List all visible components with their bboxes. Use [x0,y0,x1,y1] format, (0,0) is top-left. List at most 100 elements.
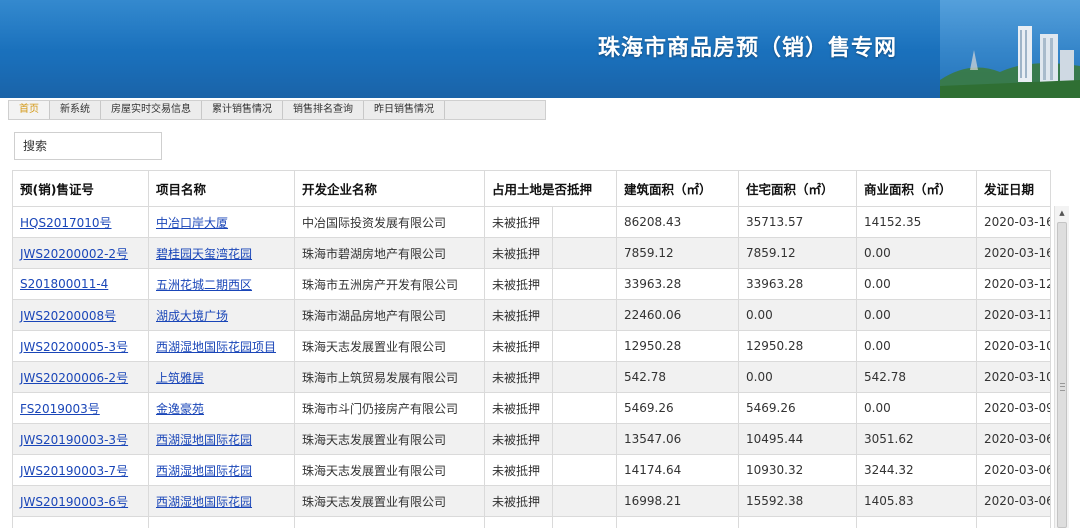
mortgage-status-cell: 未被抵押 [484,206,617,238]
building-area-cell: 86208.43 [616,206,739,238]
residential-area-cell: 35713.57 [738,206,857,238]
mortgage-status-cell: 未被抵押 [484,330,617,362]
developer-name-cell: 珠海天志发展置业有限公司 [294,423,485,455]
nav-item-yesterday-sales[interactable]: 昨日销售情况 [364,101,445,119]
permit-number-cell [12,516,149,528]
banner-shine [0,0,1080,50]
scroll-up-arrow-icon[interactable]: ▲ [1055,206,1069,220]
commercial-area-cell: 3244.32 [856,454,977,486]
cell-divider [552,517,553,528]
nav-item-home[interactable]: 首页 [9,101,50,119]
project-name-cell: 西湖湿地国际花园 [148,454,295,486]
mortgage-status-cell [484,516,617,528]
cell-divider [552,362,553,392]
issue-date-cell [976,516,1051,528]
commercial-area-cell: 542.78 [856,361,977,393]
mortgage-status-cell: 未被抵押 [484,237,617,269]
commercial-area-cell: 0.00 [856,392,977,424]
developer-name-cell: 珠海市五洲房产开发有限公司 [294,268,485,300]
permit-table: 预(销)售证号 项目名称 开发企业名称 占用土地是否抵押 建筑面积（㎡） 住宅面… [12,170,1051,528]
commercial-area-cell: 0.00 [856,330,977,362]
nav-item-cumulative-sales[interactable]: 累计销售情况 [202,101,283,119]
commercial-area-cell: 0.00 [856,268,977,300]
mortgage-cell-wrap: 未被抵押 [492,331,609,361]
project-name-link[interactable]: 五洲花城二期西区 [156,278,252,292]
table-row [12,516,1051,528]
table-header-row: 预(销)售证号 项目名称 开发企业名称 占用土地是否抵押 建筑面积（㎡） 住宅面… [12,170,1051,207]
issue-date-cell: 2020-03-09 [976,392,1051,424]
commercial-area-cell: 1405.83 [856,485,977,517]
table-row: JWS20190003-7号 西湖湿地国际花园 珠海天志发展置业有限公司 未被抵押 14… [12,454,1051,486]
permit-number-link[interactable]: JWS20200005-3号 [20,340,128,354]
skyline-illustration [940,0,1080,98]
mortgage-cell-wrap: 未被抵押 [492,269,609,299]
project-name-cell: 金逸豪苑 [148,392,295,424]
project-name-link[interactable]: 西湖湿地国际花园项目 [156,340,276,354]
permit-number-link[interactable]: FS2019003号 [20,402,100,416]
mortgage-cell-wrap: 未被抵押 [492,486,609,516]
project-name-link[interactable]: 西湖湿地国际花园 [156,495,252,509]
column-header: 发证日期 [976,170,1051,207]
nav-item-sales-ranking[interactable]: 销售排名查询 [283,101,364,119]
mortgage-status-cell: 未被抵押 [484,392,617,424]
permit-number-link[interactable]: JWS20200008号 [20,309,116,323]
column-header: 商业面积（㎡） [856,170,977,207]
table-row: S201800011-4 五洲花城二期西区 珠海市五洲房产开发有限公司 未被抵押 339… [12,268,1051,300]
vertical-scrollbar[interactable]: ▲ [1054,206,1069,528]
permit-number-cell: JWS20190003-3号 [12,423,149,455]
site-banner: 珠海市商品房预（销）售专网 [0,0,1080,98]
issue-date-cell: 2020-03-11 [976,299,1051,331]
search-input[interactable] [14,132,162,160]
cell-divider [552,393,553,423]
mortgage-status-text: 未被抵押 [492,339,541,354]
residential-area-cell: 10495.44 [738,423,857,455]
project-name-link[interactable]: 中冶口岸大厦 [156,216,228,230]
permit-number-link[interactable]: HQS2017010号 [20,216,112,230]
residential-area-cell: 10930.32 [738,454,857,486]
nav-item-realtime-trading[interactable]: 房屋实时交易信息 [101,101,202,119]
project-name-link[interactable]: 碧桂园天玺湾花园 [156,247,252,261]
permit-number-link[interactable]: S201800011-4 [20,277,108,291]
permit-number-link[interactable]: JWS20200002-2号 [20,247,128,261]
permit-table-container: 预(销)售证号 项目名称 开发企业名称 占用土地是否抵押 建筑面积（㎡） 住宅面… [12,170,1080,528]
permit-number-cell: JWS20200002-2号 [12,237,149,269]
permit-number-link[interactable]: JWS20190003-3号 [20,433,128,447]
mortgage-status-cell: 未被抵押 [484,454,617,486]
column-header: 建筑面积（㎡） [616,170,739,207]
permit-number-cell: JWS20200008号 [12,299,149,331]
project-name-cell: 湖成大境广场 [148,299,295,331]
nav-item-new-system[interactable]: 新系统 [50,101,101,119]
project-name-link[interactable]: 上筑雅居 [156,371,204,385]
permit-number-link[interactable]: JWS20190003-7号 [20,464,128,478]
project-name-link[interactable]: 西湖湿地国际花园 [156,433,252,447]
building-area-cell: 33963.28 [616,268,739,300]
project-name-link[interactable]: 湖成大境广场 [156,309,228,323]
permit-number-cell: HQS2017010号 [12,206,149,238]
project-name-link[interactable]: 西湖湿地国际花园 [156,464,252,478]
permit-number-link[interactable]: JWS20200006-2号 [20,371,128,385]
table-row: JWS20190003-6号 西湖湿地国际花园 珠海天志发展置业有限公司 未被抵押 16… [12,485,1051,517]
issue-date-cell: 2020-03-06 [976,485,1051,517]
column-header: 占用土地是否抵押 [484,170,617,207]
commercial-area-cell: 0.00 [856,237,977,269]
permit-number-cell: FS2019003号 [12,392,149,424]
mortgage-status-cell: 未被抵押 [484,485,617,517]
site-title: 珠海市商品房预（销）售专网 [598,35,898,61]
project-name-cell: 西湖湿地国际花园 [148,485,295,517]
mortgage-cell-wrap: 未被抵押 [492,455,609,485]
issue-date-cell: 2020-03-10 [976,330,1051,362]
developer-name-cell: 珠海市碧湖房地产有限公司 [294,237,485,269]
table-row: HQS2017010号 中冶口岸大厦 中冶国际投资发展有限公司 未被抵押 86208.4… [12,206,1051,238]
mortgage-cell-wrap: 未被抵押 [492,424,609,454]
cell-divider [552,486,553,516]
mortgage-status-text: 未被抵押 [492,494,541,509]
scroll-thumb[interactable] [1057,222,1067,528]
mortgage-status-cell: 未被抵押 [484,299,617,331]
project-name-cell: 碧桂园天玺湾花园 [148,237,295,269]
project-name-link[interactable]: 金逸豪苑 [156,402,204,416]
developer-name-cell: 珠海天志发展置业有限公司 [294,485,485,517]
table-row: FS2019003号 金逸豪苑 珠海市斗门仍接房产有限公司 未被抵押 5469.26 54… [12,392,1051,424]
project-name-cell: 西湖湿地国际花园 [148,423,295,455]
residential-area-cell [738,516,857,528]
permit-number-link[interactable]: JWS20190003-6号 [20,495,128,509]
